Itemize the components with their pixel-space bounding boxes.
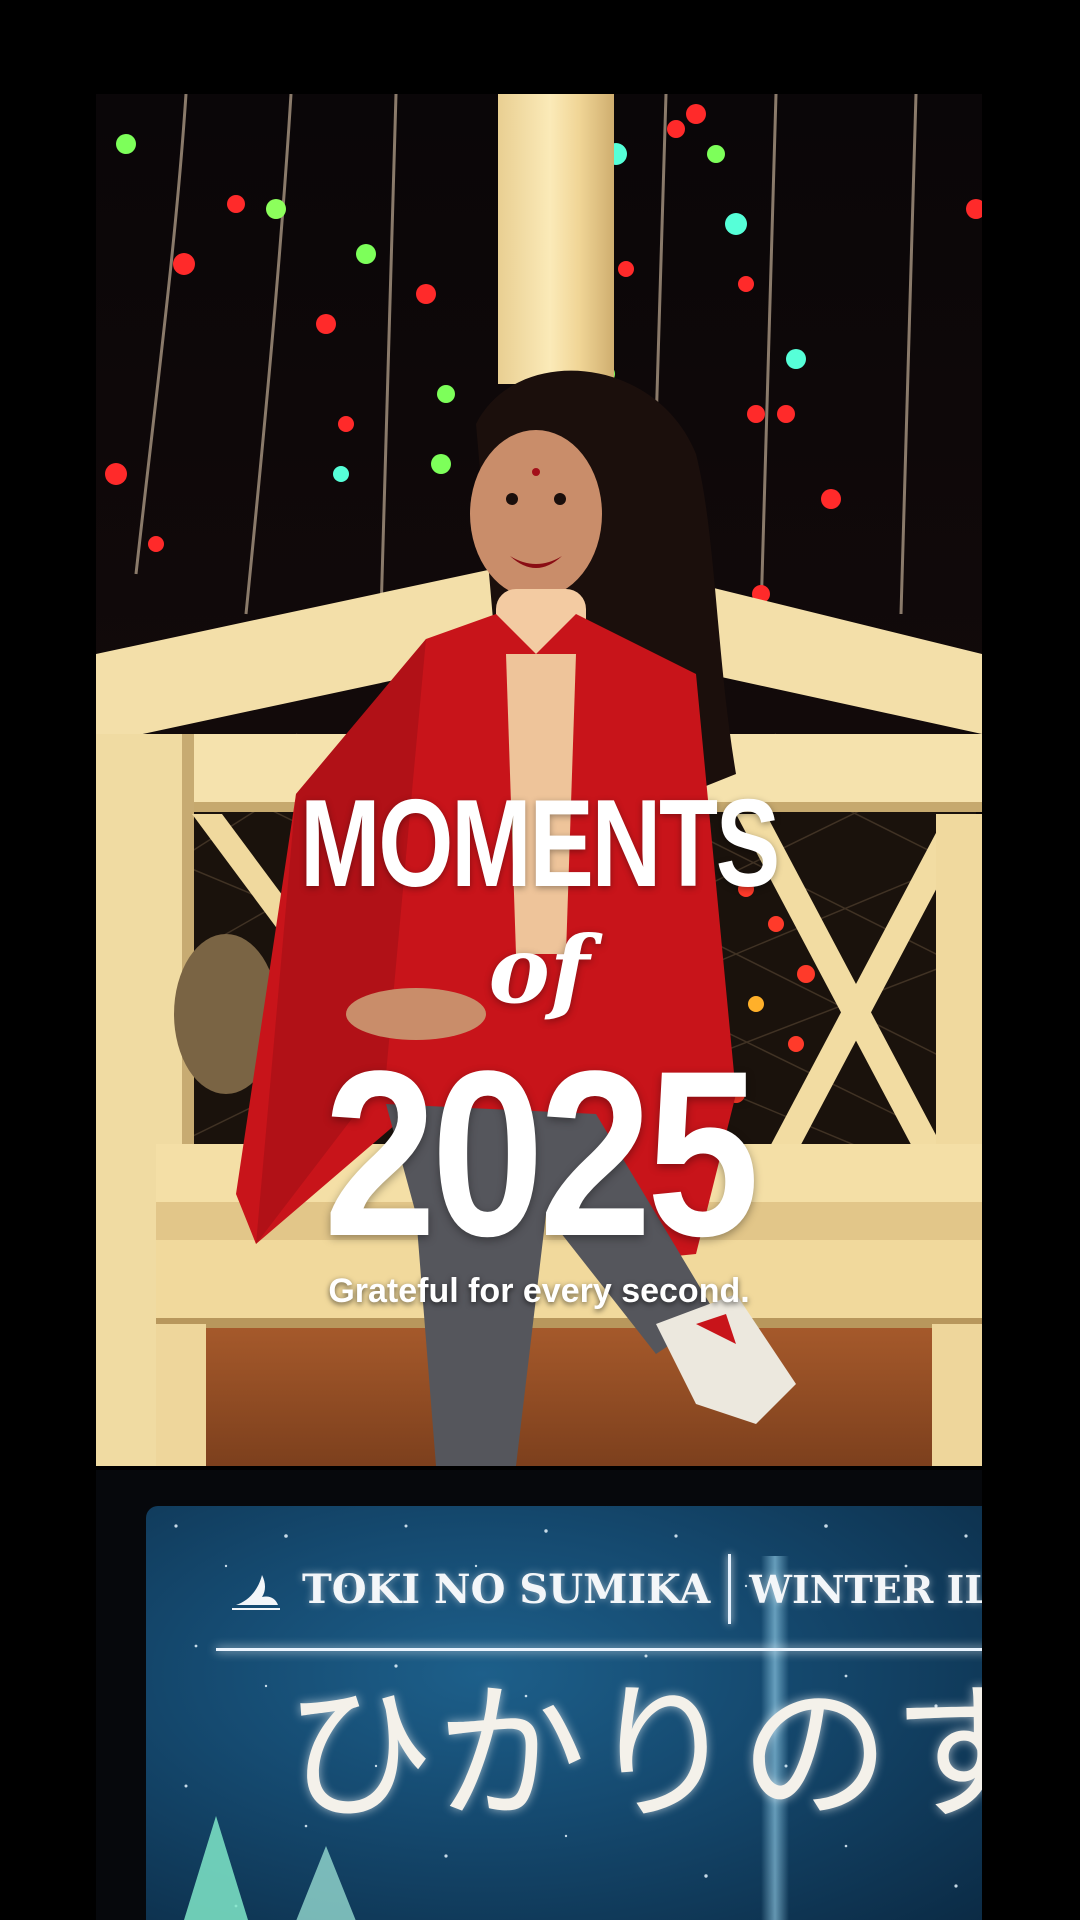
sign-slide: TOKI NO SUMIKA WINTER ILLUM ひかりのすみ xyxy=(96,1470,982,1920)
brand-subtitle: WINTER ILLUM xyxy=(749,1566,982,1612)
brand-divider xyxy=(728,1554,732,1624)
title-of: of xyxy=(488,916,590,1024)
brand-name: TOKI NO SUMIKA xyxy=(302,1565,711,1613)
title-moments: MOMENTS xyxy=(300,775,780,913)
sign-rule-line xyxy=(216,1648,982,1651)
photo-slide: MOMENTS of 2025 Grateful for every secon… xyxy=(96,94,982,1466)
bird-icon xyxy=(232,1575,280,1610)
japanese-title: ひかりのすみ xyxy=(284,1668,982,1842)
sign-brand-row: TOKI NO SUMIKA WINTER ILLUM xyxy=(228,1554,982,1624)
reel-viewer: MOMENTS of 2025 Grateful for every secon… xyxy=(0,0,1080,1920)
title-year: 2025 xyxy=(323,1022,760,1286)
tagline: Grateful for every second. xyxy=(328,1272,750,1310)
